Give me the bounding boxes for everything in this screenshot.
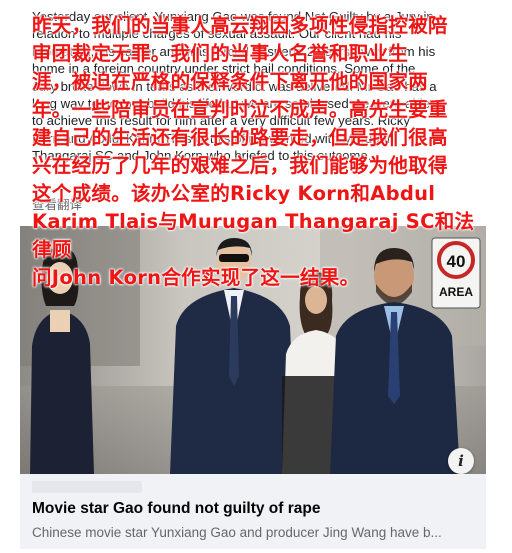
overlay-line: 这个成绩。该办公室的Ricky Korn和Abdul xyxy=(32,182,436,205)
see-translation-link[interactable]: 查看翻译 xyxy=(32,194,82,213)
post-body-line: Korn and Abdul Karim Tlais of this offic… xyxy=(32,130,395,146)
link-preview-card[interactable]: Movie star Gao found not guilty of rape … xyxy=(20,474,486,549)
link-preview-photo[interactable]: 40 AREA i xyxy=(20,226,486,474)
post-body-line: long way to go to rebuild his life but w… xyxy=(32,96,431,112)
link-description: Chinese movie star Yunxiang Gao and prod… xyxy=(32,525,442,540)
post-body-line: Jury broke down in tears as their verdic… xyxy=(32,78,437,94)
post-body-line: to achieve this result for him after a v… xyxy=(32,113,410,129)
post-body-line: relation to multiple charges of sexual a… xyxy=(32,26,402,42)
post-body-line: Yesterday our client, Yunxiang Gao was f… xyxy=(32,9,434,24)
post-body-line: reputation, his career and was forced to… xyxy=(32,43,436,59)
facebook-post: Yesterday our client, Yunxiang Gao was f… xyxy=(20,4,486,549)
post-body-line: Thangaraj SC and John Korn who briefed t… xyxy=(32,148,372,164)
speed-sign-number: 40 xyxy=(447,252,466,271)
post-body-line: home in a foreign country under strict b… xyxy=(32,61,416,77)
photo-illustration: 40 AREA xyxy=(20,226,486,474)
info-icon[interactable]: i xyxy=(448,448,474,474)
speed-sign-label: AREA xyxy=(439,285,473,299)
post-body-text: Yesterday our client, Yunxiang Gao was f… xyxy=(32,8,482,165)
link-title[interactable]: Movie star Gao found not guilty of rape xyxy=(32,500,320,518)
link-source-blurred xyxy=(32,481,142,493)
speed-sign: 40 AREA xyxy=(431,237,481,309)
